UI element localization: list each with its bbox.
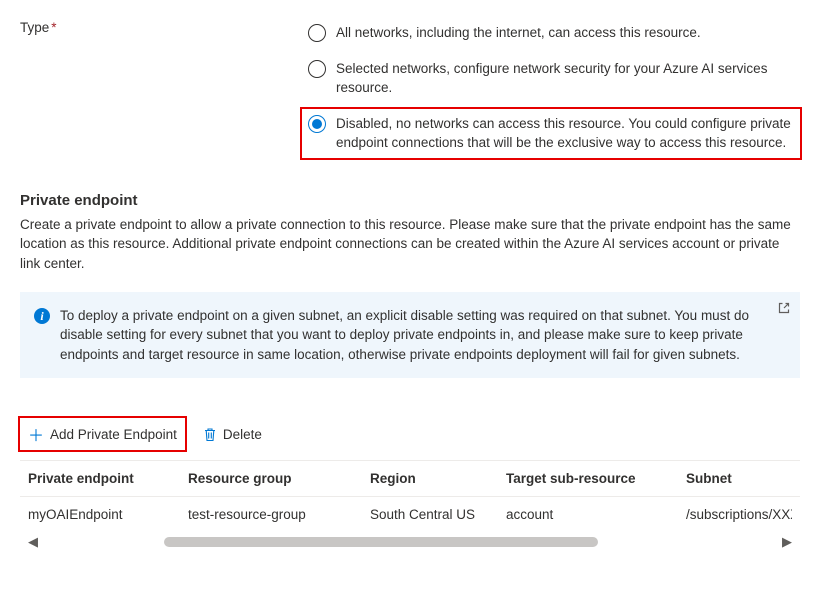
col-resource-group[interactable]: Resource group (188, 471, 370, 486)
radio-icon (308, 115, 326, 133)
type-field-label: Type* (20, 18, 302, 35)
scroll-right-icon[interactable]: ▶ (778, 534, 796, 550)
table-row[interactable]: myOAIEndpoint test-resource-group South … (20, 497, 800, 532)
scrollbar-thumb[interactable] (164, 537, 598, 547)
horizontal-scrollbar[interactable]: ◀ ▶ (20, 532, 800, 552)
cell-resource-group: test-resource-group (188, 507, 370, 522)
delete-button[interactable]: Delete (195, 423, 270, 446)
col-region[interactable]: Region (370, 471, 506, 486)
radio-label: Selected networks, configure network sec… (336, 59, 794, 98)
add-button-label: Add Private Endpoint (50, 427, 177, 442)
radio-label: All networks, including the internet, ca… (336, 23, 701, 43)
private-endpoint-heading: Private endpoint (20, 192, 800, 209)
required-star: * (51, 20, 56, 35)
cell-subnet: /subscriptions/XXXX- (686, 507, 792, 522)
info-icon: i (34, 308, 50, 324)
cell-private-endpoint: myOAIEndpoint (28, 507, 188, 522)
radio-disabled[interactable]: Disabled, no networks can access this re… (302, 109, 800, 158)
external-link-icon[interactable] (778, 300, 790, 320)
radio-icon (308, 60, 326, 78)
info-callout: i To deploy a private endpoint on a give… (20, 292, 800, 379)
info-text: To deploy a private endpoint on a given … (60, 306, 766, 365)
col-target-sub-resource[interactable]: Target sub-resource (506, 471, 686, 486)
scrollbar-track[interactable] (48, 537, 772, 547)
radio-label: Disabled, no networks can access this re… (336, 114, 794, 153)
cell-target-sub-resource: account (506, 507, 686, 522)
private-endpoint-description: Create a private endpoint to allow a pri… (20, 215, 800, 274)
type-label-text: Type (20, 20, 49, 35)
radio-selected-networks[interactable]: Selected networks, configure network sec… (302, 54, 800, 103)
radio-icon (308, 24, 326, 42)
trash-icon (203, 427, 217, 442)
network-type-radio-group: All networks, including the internet, ca… (302, 18, 800, 164)
endpoints-table: Private endpoint Resource group Region T… (20, 460, 800, 532)
scroll-left-icon[interactable]: ◀ (24, 534, 42, 550)
table-header-row: Private endpoint Resource group Region T… (20, 460, 800, 497)
endpoint-toolbar: ＋ Add Private Endpoint Delete (20, 418, 800, 450)
cell-region: South Central US (370, 507, 506, 522)
add-private-endpoint-button[interactable]: ＋ Add Private Endpoint (20, 418, 185, 450)
plus-icon: ＋ (28, 422, 44, 446)
col-subnet[interactable]: Subnet (686, 471, 792, 486)
radio-all-networks[interactable]: All networks, including the internet, ca… (302, 18, 800, 48)
delete-button-label: Delete (223, 427, 262, 442)
col-private-endpoint[interactable]: Private endpoint (28, 471, 188, 486)
